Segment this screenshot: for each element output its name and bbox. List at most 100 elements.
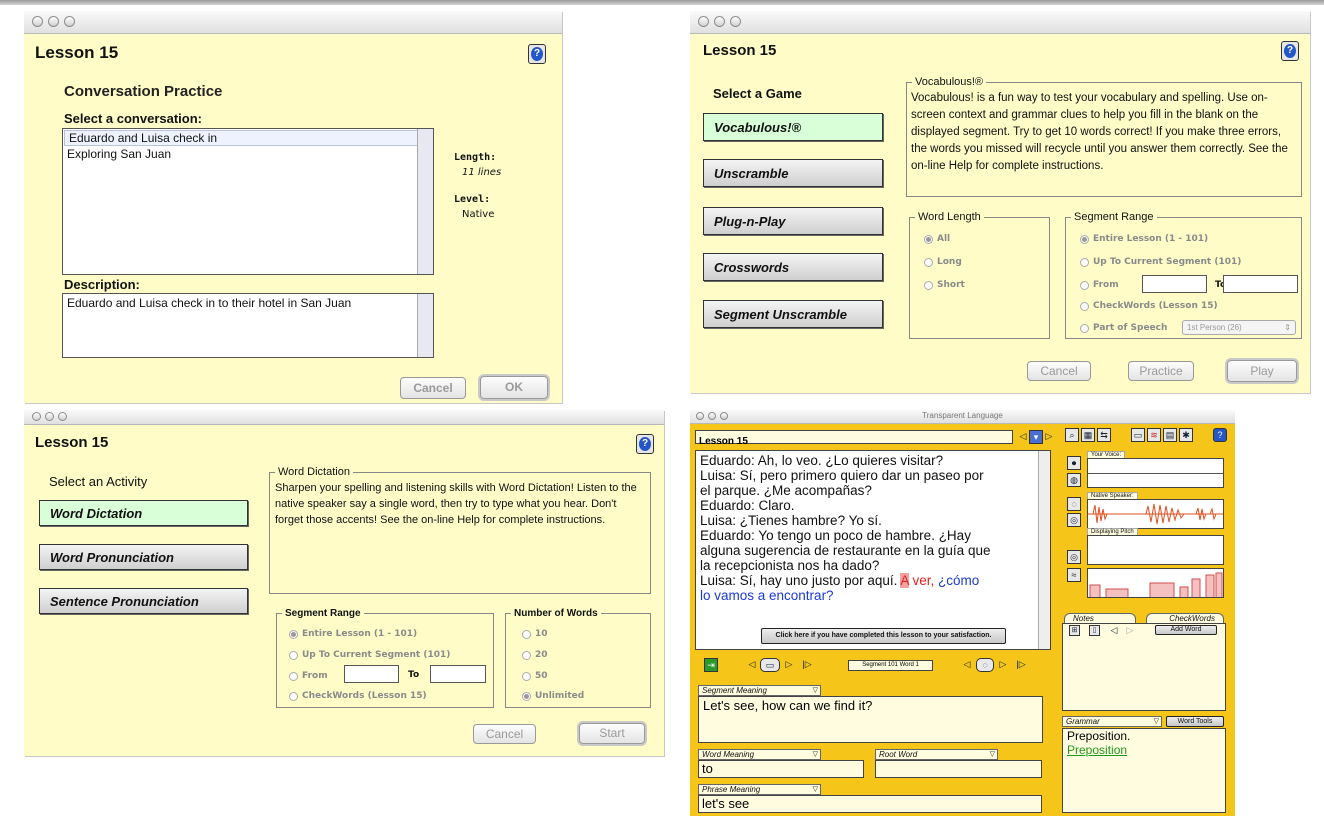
cancel-button[interactable]: Cancel (1027, 361, 1091, 381)
word-meaning-label[interactable]: Word Meaning (698, 749, 821, 760)
grammar-label[interactable]: Grammar (1062, 716, 1162, 727)
current-word[interactable]: A (900, 573, 909, 588)
prev-word-icon[interactable]: ◁ (960, 658, 974, 672)
activity-button-word-dictation[interactable]: Word Dictation (39, 500, 248, 526)
phrase-meaning-label[interactable]: Phrase Meaning (698, 784, 821, 795)
play-word-icon[interactable]: ◌ (976, 658, 994, 672)
word-length-all-radio[interactable]: All (924, 234, 950, 244)
view-text-icon[interactable]: ▭ (1131, 428, 1145, 442)
word-length-short-radio[interactable]: Short (924, 280, 965, 290)
add-word-button[interactable]: Add Word (1155, 625, 1217, 635)
notes-area[interactable] (1062, 637, 1226, 711)
lesson-menu-icon[interactable]: ▾ (1029, 430, 1043, 444)
play-voice-icon[interactable]: ◍ (1067, 473, 1081, 487)
list-item[interactable]: Exploring San Juan (63, 147, 433, 161)
minimize-window-icon[interactable] (48, 16, 59, 27)
range-part-of-speech-radio[interactable]: Part of Speech (1080, 323, 1167, 333)
audio-tool-icon[interactable]: ⇆ (1097, 428, 1111, 442)
segment-meaning-label[interactable]: Segment Meaning (698, 685, 821, 696)
cancel-button[interactable]: Cancel (473, 724, 536, 744)
game-button-unscramble[interactable]: Unscramble (703, 159, 883, 187)
scrollbar[interactable] (417, 129, 433, 274)
part-of-speech-select[interactable]: 1st Person (26) ⇕ (1182, 320, 1296, 335)
complete-lesson-button[interactable]: Click here if you have completed this le… (761, 628, 1006, 644)
play-button[interactable]: Play (1227, 360, 1297, 382)
activity-button-word-pronunciation[interactable]: Word Pronunciation (39, 544, 248, 570)
previous-lesson-icon[interactable]: ◁ (1018, 430, 1028, 444)
play-native-icon[interactable]: ◌ (1067, 497, 1081, 511)
minimize-window-icon[interactable] (714, 16, 725, 27)
words-unlimited-radio[interactable]: Unlimited (522, 691, 584, 701)
range-from-radio[interactable]: From (1080, 280, 1119, 290)
word-tools-button[interactable]: Word Tools (1166, 716, 1224, 727)
help-icon[interactable] (636, 434, 654, 454)
range-current-radio[interactable]: Up To Current Segment (101) (289, 650, 450, 660)
scrollbar[interactable] (1038, 451, 1050, 649)
last-segment-icon[interactable]: |▷ (800, 658, 814, 672)
last-word-icon[interactable]: |▷ (1014, 658, 1028, 672)
range-entire-radio[interactable]: Entire Lesson (1 - 101) (289, 629, 417, 639)
pitch-record-icon[interactable]: ◎ (1067, 550, 1081, 564)
record-tool-icon[interactable]: ⌕ (1065, 428, 1079, 442)
zoom-window-icon[interactable] (64, 16, 75, 27)
help-icon[interactable] (1281, 41, 1299, 61)
activity-button-sentence-pronunciation[interactable]: Sentence Pronunciation (39, 588, 248, 614)
current-segment-word[interactable]: ¿cómo (938, 573, 979, 588)
minimize-window-icon[interactable] (45, 412, 54, 421)
conversation-list[interactable]: Eduardo and Luisa check in Exploring San… (62, 128, 434, 275)
range-checkwords-radio[interactable]: CheckWords (Lesson 15) (289, 691, 427, 701)
notes-doc-icon[interactable]: ▯ (1089, 625, 1100, 636)
game-button-segment-unscramble[interactable]: Segment Unscramble (703, 300, 883, 328)
compare-native-icon[interactable]: ◎ (1067, 513, 1081, 527)
help-icon[interactable] (528, 44, 546, 64)
view-wave-icon[interactable]: ≋ (1147, 428, 1161, 442)
close-window-icon[interactable] (32, 16, 43, 27)
range-from-field[interactable] (1142, 275, 1207, 293)
words-10-radio[interactable]: 10 (522, 629, 548, 639)
cancel-button[interactable]: Cancel (400, 377, 466, 399)
notes-prev-icon[interactable]: ◁ (1107, 624, 1121, 638)
play-segment-icon[interactable]: ▭ (760, 658, 780, 672)
range-entire-radio[interactable]: Entire Lesson (1 - 101) (1080, 234, 1208, 244)
prev-segment-icon[interactable]: ◁ (745, 658, 759, 672)
close-window-icon[interactable] (32, 412, 41, 421)
help-icon[interactable]: ? (1213, 428, 1227, 442)
word-length-long-radio[interactable]: Long (924, 257, 962, 267)
scrollbar[interactable] (417, 294, 433, 357)
record-voice-icon[interactable]: ⏺ (1067, 456, 1081, 470)
notes-grid-icon[interactable]: ⊞ (1069, 625, 1080, 636)
game-button-crosswords[interactable]: Crosswords (703, 253, 883, 281)
pitch-wave-icon[interactable]: ≈ (1067, 568, 1081, 582)
view-list-icon[interactable]: ▤ (1163, 428, 1177, 442)
next-lesson-icon[interactable]: ▷ (1044, 430, 1054, 444)
range-to-field[interactable] (430, 665, 486, 683)
conversation-text-area[interactable]: Eduardo: Ah, lo veo. ¿Lo quieres visitar… (695, 450, 1051, 650)
conversation-line: Eduardo: Claro. (700, 498, 795, 513)
grammar-link[interactable]: Preposition (1063, 743, 1225, 757)
game-button-plug-n-play[interactable]: Plug-n-Play (703, 207, 883, 235)
notes-next-icon[interactable]: ▷ (1123, 624, 1137, 638)
close-window-icon[interactable] (698, 16, 709, 27)
practice-button[interactable]: Practice (1128, 361, 1194, 381)
next-word-icon[interactable]: ▷ (996, 658, 1010, 672)
range-from-radio[interactable]: From (289, 671, 328, 681)
range-to-field[interactable] (1223, 275, 1298, 293)
range-current-radio[interactable]: Up To Current Segment (101) (1080, 257, 1241, 267)
words-50-radio[interactable]: 50 (522, 671, 548, 681)
range-checkwords-radio[interactable]: CheckWords (Lesson 15) (1080, 301, 1218, 311)
grid-tool-icon[interactable]: ▦ (1081, 428, 1095, 442)
zoom-window-icon[interactable] (58, 412, 67, 421)
go-icon[interactable]: ⇥ (704, 658, 718, 672)
game-button-vocabulous[interactable]: Vocabulous!® (703, 113, 883, 141)
view-star-icon[interactable]: ✱ (1179, 428, 1193, 442)
list-item[interactable]: Eduardo and Luisa check in (64, 130, 432, 146)
start-button[interactable]: Start (579, 723, 645, 744)
lesson-selector[interactable]: Lesson 15 (695, 430, 1013, 447)
words-20-radio[interactable]: 20 (522, 650, 548, 660)
ok-button[interactable]: OK (480, 376, 548, 399)
current-phrase-word[interactable]: ver, (912, 573, 934, 588)
next-segment-icon[interactable]: ▷ (782, 658, 796, 672)
range-from-field[interactable] (344, 665, 399, 683)
root-word-label[interactable]: Root Word (875, 749, 998, 760)
zoom-window-icon[interactable] (730, 16, 741, 27)
